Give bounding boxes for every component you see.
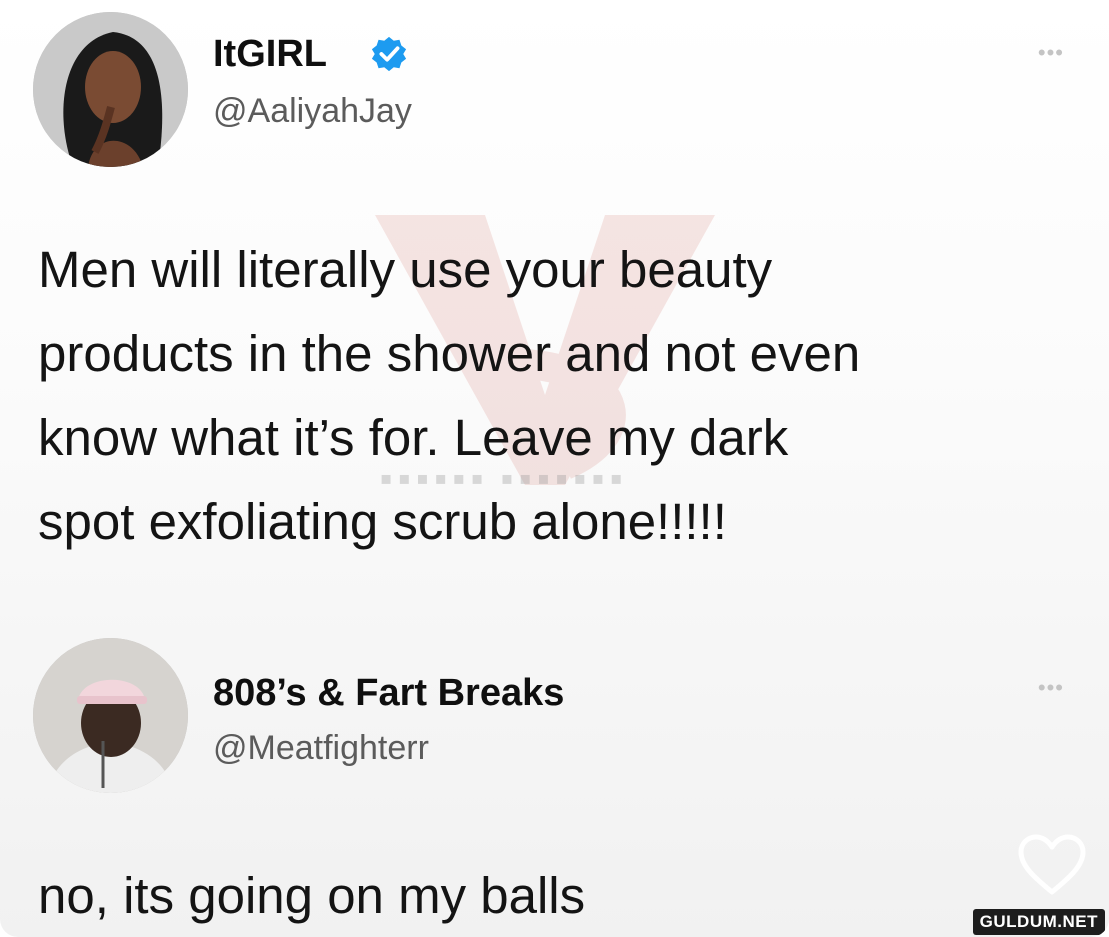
- tweet-text-line: products in the shower and not even: [38, 325, 861, 382]
- tweet-text: Men will literally use your beauty produ…: [38, 228, 1088, 564]
- verified-badge-icon: [371, 36, 407, 72]
- more-icon[interactable]: •••: [1038, 675, 1064, 701]
- screenshot-card: ▪▪▪▪▪▪ ▪▪▪▪▪▪▪ ItGIRL @AaliyahJay ••• Me…: [0, 0, 1109, 937]
- tweet-text-line: spot exfoliating scrub alone!!!!!: [38, 493, 727, 550]
- site-watermark: GULDUM.NET: [972, 909, 1105, 935]
- user-handle[interactable]: @AaliyahJay: [213, 92, 412, 131]
- display-name[interactable]: ItGIRL: [213, 33, 327, 76]
- display-name[interactable]: 808’s & Fart Breaks: [213, 672, 564, 715]
- avatar[interactable]: [33, 638, 188, 793]
- reply-text: no, its going on my balls: [38, 867, 586, 924]
- avatar-image: [33, 638, 188, 793]
- avatar[interactable]: [33, 12, 188, 167]
- tweet-text-line: know what it’s for. Leave my dark: [38, 409, 789, 466]
- heart-icon[interactable]: [1015, 832, 1089, 898]
- user-handle[interactable]: @Meatfighterr: [213, 729, 429, 768]
- more-icon[interactable]: •••: [1038, 40, 1064, 66]
- tweet-text-line: Men will literally use your beauty: [38, 241, 773, 298]
- avatar-image: [33, 12, 188, 167]
